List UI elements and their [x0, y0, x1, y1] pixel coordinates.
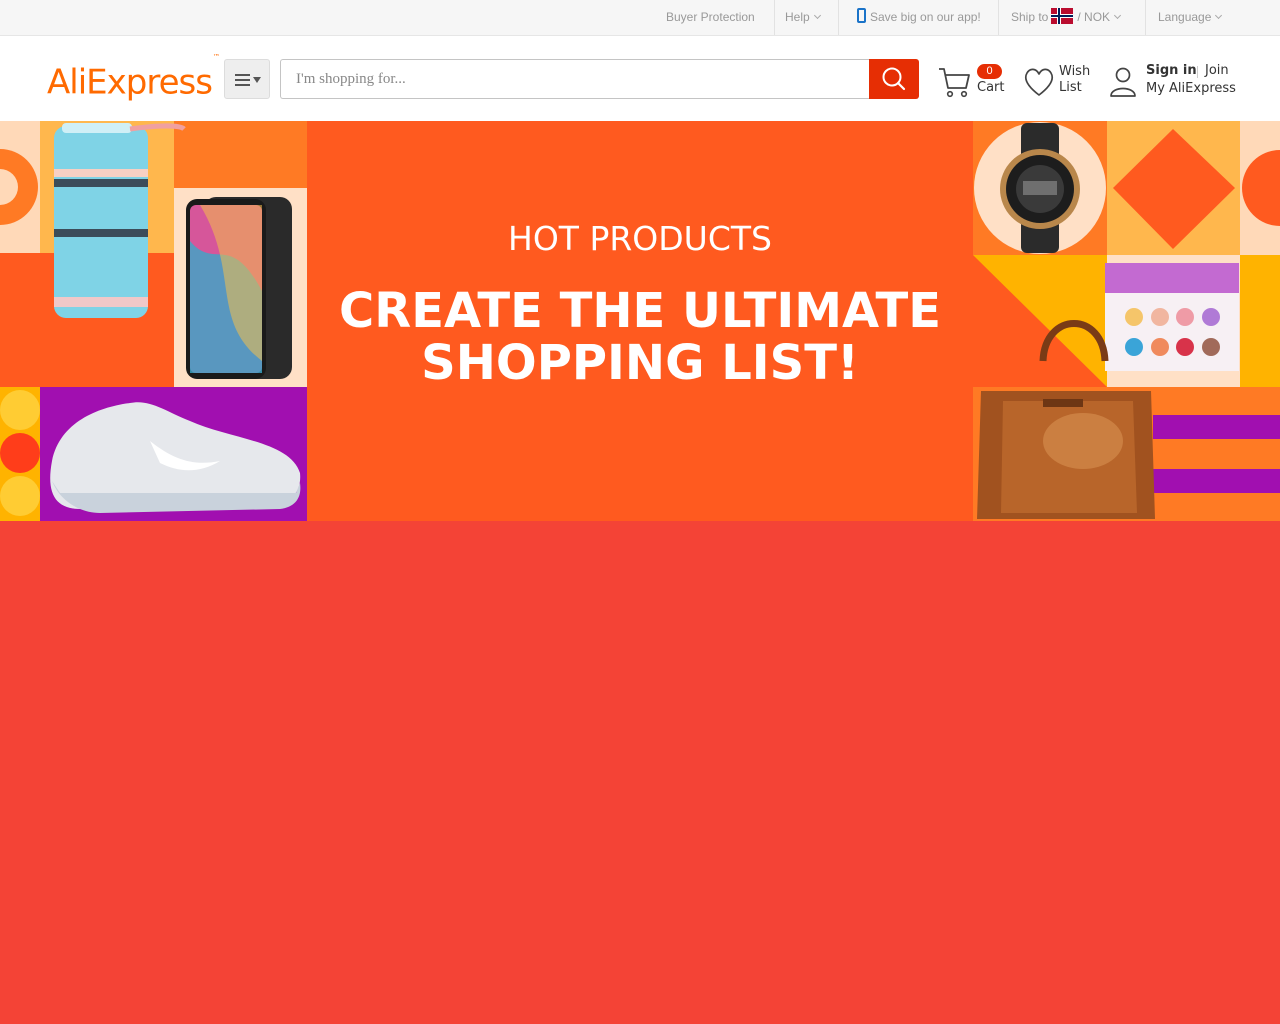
hero-banner[interactable]: HOT PRODUCTS CREATE THE ULTIMATE SHOPPIN…	[0, 121, 1280, 521]
main-header: AliExpress™ 0 Cart Wish List	[0, 36, 1280, 121]
help-menu[interactable]: Help	[785, 0, 821, 35]
banner-title-line2: SHOPPING LIST!	[421, 335, 859, 391]
my-aliexpress-link[interactable]: My AliExpress	[1146, 81, 1236, 96]
sign-in-link[interactable]: Sign in	[1146, 63, 1197, 78]
cart-count-badge: 0	[977, 64, 1002, 79]
banner-title: CREATE THE ULTIMATE SHOPPING LIST!	[307, 285, 973, 389]
language-label: Language	[1158, 10, 1212, 24]
app-promo-label: Save big on our app!	[870, 10, 981, 24]
categories-menu-button[interactable]	[224, 59, 270, 99]
cart-button[interactable]: 0 Cart	[937, 62, 1007, 102]
chevron-down-icon	[813, 11, 821, 20]
logo-text: AliExpress	[47, 62, 213, 103]
cart-label: Cart	[977, 80, 1005, 95]
menu-icon	[235, 74, 261, 86]
smartphone-image	[186, 197, 292, 379]
account-area: Sign in Join My AliExpress	[1108, 62, 1268, 102]
divider	[1145, 0, 1146, 35]
banner-subtitle: HOT PRODUCTS	[508, 219, 772, 258]
wish-list-label: Wish List	[1059, 64, 1090, 96]
divider	[1197, 66, 1198, 78]
heart-icon	[1024, 68, 1054, 96]
banner-title-line1: CREATE THE ULTIMATE	[339, 283, 941, 339]
top-utility-bar: Buyer Protection Help Save big on our ap…	[0, 0, 1280, 36]
divider	[838, 0, 839, 35]
wish-list-button[interactable]: Wish List	[1022, 62, 1102, 102]
ship-to-label: Ship to	[1011, 10, 1049, 24]
chevron-down-icon	[1215, 11, 1223, 20]
chevron-down-icon	[1114, 11, 1122, 20]
banner-left-collage	[0, 121, 307, 521]
cart-icon	[939, 68, 970, 98]
language-menu[interactable]: Language	[1158, 0, 1223, 35]
help-label: Help	[785, 10, 810, 24]
norway-flag-icon	[1051, 7, 1074, 24]
phone-icon	[857, 8, 866, 24]
search-input[interactable]	[280, 59, 870, 99]
ship-to-menu[interactable]: Ship to / NOK	[1011, 0, 1122, 35]
user-icon	[1110, 67, 1136, 97]
trademark: ™	[212, 53, 220, 61]
divider	[774, 0, 775, 35]
currency-separator: /	[1077, 10, 1081, 24]
search-icon	[882, 67, 906, 91]
wish-label-line2: List	[1059, 80, 1082, 95]
divider	[998, 0, 999, 35]
banner-right-collage	[973, 121, 1280, 521]
aliexpress-logo[interactable]: AliExpress™	[47, 53, 220, 104]
join-link[interactable]: Join	[1205, 63, 1229, 78]
eyeshadow-palette-image	[1105, 263, 1239, 371]
wish-label-line1: Wish	[1059, 64, 1091, 79]
app-promo-link[interactable]: Save big on our app!	[857, 0, 981, 35]
search-button[interactable]	[869, 59, 919, 99]
buyer-protection-link[interactable]: Buyer Protection	[666, 0, 755, 35]
currency-label: NOK	[1084, 10, 1111, 24]
